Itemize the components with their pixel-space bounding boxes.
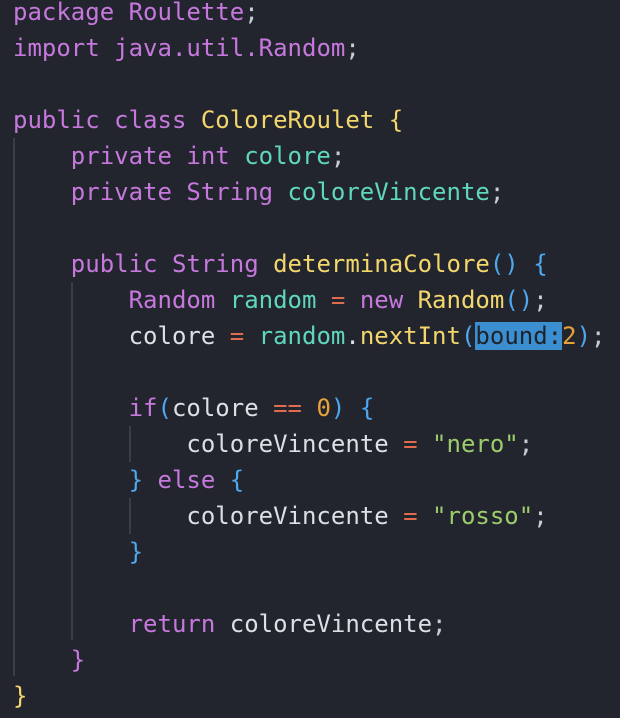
keyword-token: class: [114, 106, 201, 134]
keyword-token: int: [186, 142, 245, 170]
keyword-token: if: [128, 394, 158, 422]
brace-token: }: [128, 538, 144, 566]
punctuation-token: ;: [533, 286, 548, 314]
keyword-token: Roulette: [128, 0, 245, 26]
punctuation-token: ;: [591, 322, 606, 350]
keyword-token: String: [171, 250, 274, 278]
string-token: "rosso": [432, 502, 534, 530]
function-token: determinaColore: [273, 250, 490, 278]
keyword-token: private: [70, 142, 187, 170]
code-line[interactable]: package Roulette;: [13, 0, 605, 30]
code-line[interactable]: }: [13, 678, 605, 714]
brace-token: }: [128, 466, 158, 494]
code-line[interactable]: } else {: [13, 462, 605, 498]
class-name-token: }: [13, 682, 28, 710]
plain-token: .: [345, 322, 360, 350]
function-token: Random: [417, 286, 505, 314]
code-line[interactable]: public String determinaColore() {: [13, 246, 605, 282]
class-name-token: {: [388, 106, 404, 134]
indent-guide: [13, 138, 15, 676]
operator-token: =: [403, 502, 433, 530]
indent-guide: [129, 498, 131, 534]
keyword-token: Random: [128, 286, 230, 314]
code-line[interactable]: colore = random.nextInt(bound:2);: [13, 318, 605, 354]
indent-guide: [129, 426, 131, 462]
punctuation-token: ;: [518, 430, 534, 458]
operator-token: =: [229, 322, 259, 350]
keyword-token: public: [13, 106, 115, 134]
brace-token: ) {: [330, 394, 375, 422]
number-token: 0: [316, 394, 331, 422]
keyword-token: else: [157, 466, 230, 494]
punctuation-token: ;: [244, 0, 259, 26]
keyword-token: private: [70, 178, 187, 206]
code-line[interactable]: if(colore == 0) {: [13, 390, 605, 426]
keyword-token: String: [186, 178, 288, 206]
code-line[interactable]: private int colore;: [13, 138, 605, 174]
code-line[interactable]: [13, 66, 605, 102]
code-line[interactable]: }: [13, 642, 605, 678]
brace-token: () {: [489, 250, 548, 278]
punctuation-token: ;: [345, 34, 360, 62]
keyword-token: public: [70, 250, 172, 278]
string-token: "nero": [432, 430, 519, 458]
keyword-token: new: [359, 286, 418, 314]
identifier-token: random: [258, 322, 346, 350]
identifier-token: random: [229, 286, 331, 314]
operator-token: =: [330, 286, 360, 314]
operator-token: ==: [273, 394, 317, 422]
code-editor[interactable]: package Roulette; import java.util.Random…: [13, 0, 605, 714]
number-token: 2: [562, 322, 577, 350]
code-line[interactable]: return coloreVincente;: [13, 606, 605, 642]
punctuation-token: ;: [432, 610, 447, 638]
plain-token: colore: [13, 322, 230, 350]
keyword-token: import: [13, 34, 115, 62]
identifier-token: coloreVincente: [287, 178, 490, 206]
brace-token: (: [157, 394, 172, 422]
code-line[interactable]: coloreVincente = "rosso";: [13, 498, 605, 534]
brace-token: (: [460, 322, 476, 350]
brace-token: (): [504, 286, 534, 314]
punctuation-token: ;: [533, 502, 548, 530]
brace-token: ): [576, 322, 592, 350]
code-line[interactable]: [13, 210, 605, 246]
parameter-hint: bound:: [475, 322, 563, 350]
keyword-token: package: [13, 0, 129, 26]
plain-token: coloreVincente: [229, 610, 433, 638]
keyword-token: return: [128, 610, 230, 638]
operator-token: =: [403, 430, 433, 458]
plain-token: colore: [171, 394, 274, 422]
code-line[interactable]: import java.util.Random;: [13, 30, 605, 66]
code-line[interactable]: }: [13, 534, 605, 570]
punctuation-token: ;: [489, 178, 505, 206]
punctuation-token: ;: [330, 142, 346, 170]
keyword-token: }: [70, 646, 86, 674]
indent-guide: [71, 282, 73, 640]
code-line[interactable]: private String coloreVincente;: [13, 174, 605, 210]
class-name-token: ColoreRoulet: [200, 106, 389, 134]
code-line[interactable]: public class ColoreRoulet {: [13, 102, 605, 138]
code-line[interactable]: [13, 354, 605, 390]
identifier-token: colore: [244, 142, 331, 170]
function-token: nextInt: [359, 322, 461, 350]
code-line[interactable]: [13, 570, 605, 606]
brace-token: {: [229, 466, 245, 494]
code-line[interactable]: coloreVincente = "nero";: [13, 426, 605, 462]
code-line[interactable]: Random random = new Random();: [13, 282, 605, 318]
keyword-token: java.util.Random: [114, 34, 346, 62]
